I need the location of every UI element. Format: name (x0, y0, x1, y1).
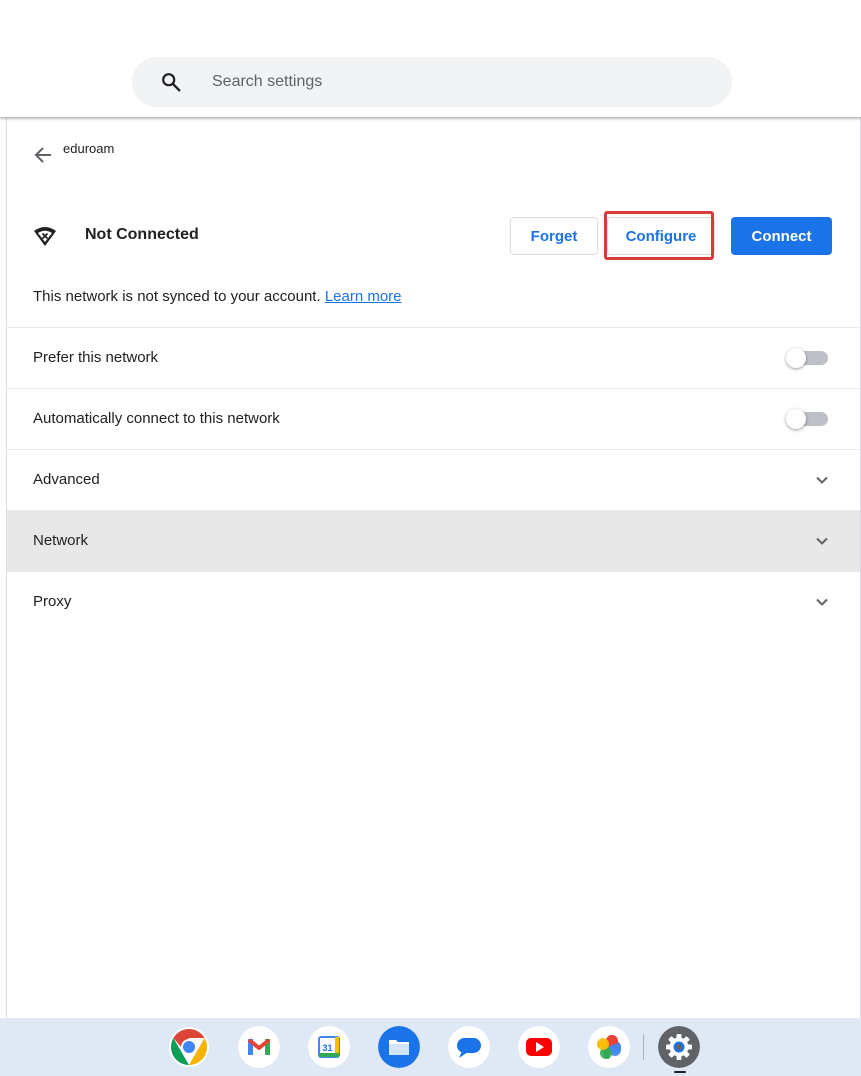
forget-button[interactable]: Forget (510, 217, 598, 255)
sync-note-text: This network is not synced to your accou… (33, 288, 321, 305)
calendar-date: 31 (322, 1043, 332, 1053)
breadcrumb: eduroam (33, 141, 114, 165)
learn-more-link[interactable]: Learn more (325, 288, 402, 305)
auto-connect-row[interactable]: Automatically connect to this network (7, 388, 860, 449)
shelf-divider (643, 1034, 644, 1060)
chevron-down-icon (816, 476, 828, 484)
settings-header (0, 0, 861, 117)
chrome-icon[interactable] (168, 1026, 210, 1068)
back-arrow-icon[interactable] (33, 145, 53, 165)
search-icon (162, 73, 181, 92)
sync-note: This network is not synced to your accou… (33, 288, 402, 305)
chevron-down-icon (816, 537, 828, 545)
toggle-knob (786, 348, 806, 368)
toggle-knob (786, 409, 806, 429)
wifi-off-icon (34, 227, 56, 246)
photos-icon[interactable] (588, 1026, 630, 1068)
shelf: 31 (0, 1018, 861, 1076)
network-label: Network (33, 532, 89, 549)
auto-connect-toggle[interactable] (786, 409, 828, 429)
messages-icon[interactable] (448, 1026, 490, 1068)
prefer-network-toggle[interactable] (786, 348, 828, 368)
connect-button[interactable]: Connect (731, 217, 832, 255)
advanced-section[interactable]: Advanced (7, 449, 860, 510)
running-app-indicator (674, 1071, 686, 1073)
youtube-icon[interactable] (518, 1026, 560, 1068)
connection-status: Not Connected (85, 226, 199, 243)
configure-button[interactable]: Configure (607, 217, 715, 255)
search-input[interactable] (212, 57, 712, 107)
network-section[interactable]: Network (7, 510, 860, 571)
page-title: eduroam (63, 141, 115, 156)
auto-connect-label: Automatically connect to this network (33, 410, 280, 427)
calendar-icon[interactable]: 31 (308, 1026, 350, 1068)
gmail-icon[interactable] (238, 1026, 280, 1068)
files-icon[interactable] (378, 1026, 420, 1068)
prefer-network-row[interactable]: Prefer this network (7, 327, 860, 388)
proxy-section[interactable]: Proxy (7, 571, 860, 632)
search-box[interactable] (132, 57, 732, 107)
settings-icon[interactable] (658, 1026, 700, 1068)
chevron-down-icon (816, 598, 828, 606)
proxy-label: Proxy (33, 593, 72, 610)
network-detail-page: eduroam Not Connected Forget Configure C… (6, 117, 861, 1018)
prefer-network-label: Prefer this network (33, 349, 159, 366)
advanced-label: Advanced (33, 471, 100, 488)
